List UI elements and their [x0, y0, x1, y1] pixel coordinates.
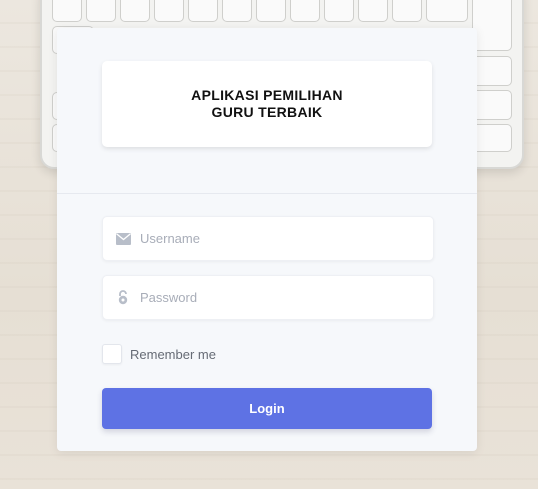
username-field[interactable]: Username	[102, 216, 434, 261]
username-input[interactable]: Username	[140, 231, 200, 246]
app-title-line1: APLIKASI PEMILIHAN	[191, 87, 343, 103]
remember-checkbox[interactable]	[102, 344, 122, 364]
envelope-icon	[115, 231, 131, 247]
remember-me[interactable]: Remember me	[102, 344, 216, 364]
password-field[interactable]: Password	[102, 275, 434, 320]
card-header: APLIKASI PEMILIHAN GURU TERBAIK	[57, 28, 477, 194]
lock-icon	[115, 290, 131, 306]
remember-label: Remember me	[130, 346, 216, 362]
app-title-line2: GURU TERBAIK	[211, 104, 323, 120]
login-button[interactable]: Login	[102, 388, 432, 429]
app-title-box: APLIKASI PEMILIHAN GURU TERBAIK	[102, 61, 432, 147]
password-input[interactable]: Password	[140, 290, 197, 305]
login-card: APLIKASI PEMILIHAN GURU TERBAIK Username…	[57, 28, 477, 451]
